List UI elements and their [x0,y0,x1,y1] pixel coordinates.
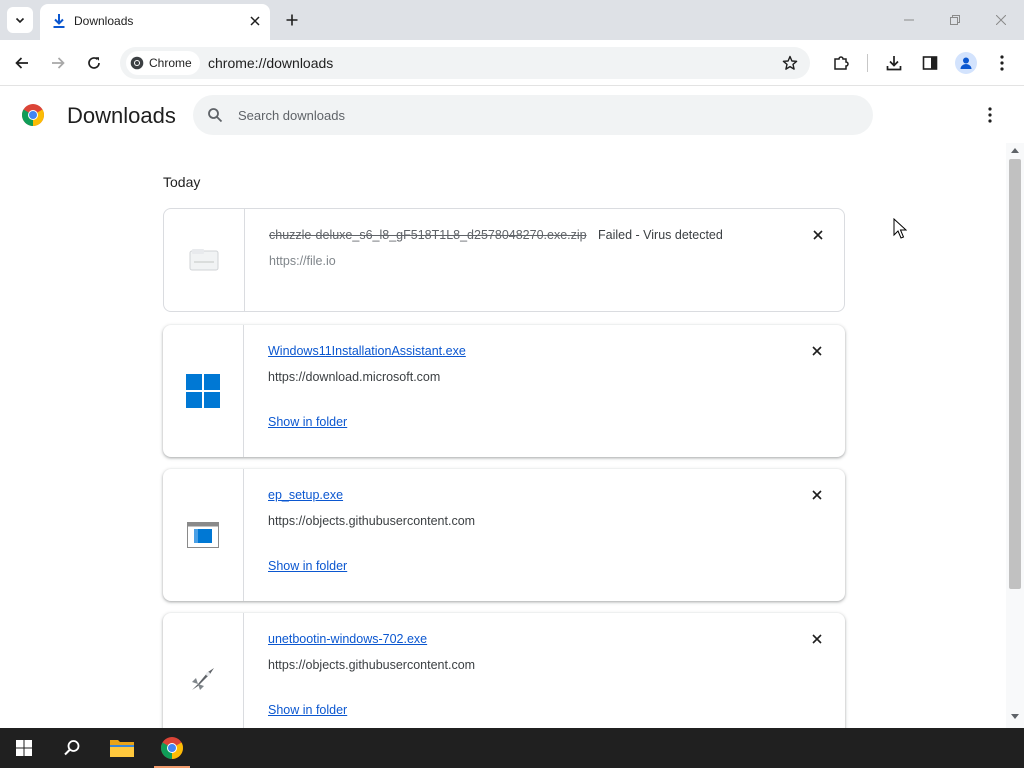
file-explorer-button[interactable] [100,728,144,768]
close-icon [250,16,260,26]
file-name-link[interactable]: Windows11InstallationAssistant.exe [268,344,466,358]
plus-icon [286,14,298,26]
restore-icon [950,15,960,25]
chrome-icon [130,56,144,70]
generic-file-icon [189,249,219,271]
search-icon [64,740,80,756]
arrow-right-icon [52,57,65,69]
taskbar-search-button[interactable] [50,728,94,768]
extensions-button[interactable] [829,51,853,75]
page-scrollbar[interactable] [1006,143,1024,728]
arrow-left-icon [15,57,28,69]
bookmark-button[interactable] [780,53,800,73]
download-status: Failed - Virus detected [598,228,723,242]
show-in-folder-link[interactable]: Show in folder [268,559,347,573]
download-icon [53,14,65,28]
scroll-down-arrow-icon[interactable] [1011,714,1019,720]
file-name: chuzzle-deluxe_s6_l8_gF518T1L8_d25780482… [269,228,587,242]
restore-button[interactable] [942,8,968,32]
close-icon [812,346,822,356]
source-url: https://objects.githubusercontent.com [268,658,476,672]
tab-search-button[interactable] [7,7,33,33]
tab-strip: Downloads [0,0,1024,40]
person-icon [960,57,972,69]
puzzle-icon [834,56,849,70]
toolbar-separator [867,54,868,72]
mouse-cursor-icon [893,218,907,239]
downloads-more-button[interactable] [978,103,1002,127]
close-icon [812,634,822,644]
downloads-list: Today chuzzle-deluxe_s6_l8_gF518T1L8_d25… [0,143,1006,728]
side-panel-icon [922,56,938,70]
start-button[interactable] [2,728,46,768]
download-item: ep_setup.exe https://objects.githubuserc… [163,469,845,601]
tab-close-button[interactable] [246,12,264,30]
close-icon [996,15,1006,25]
file-name-link[interactable]: unetbootin-windows-702.exe [268,632,427,646]
chrome-logo-icon [22,104,44,126]
browser-toolbar: Chrome chrome://downloads [0,40,1024,86]
search-box[interactable] [193,95,873,135]
tab-title: Downloads [74,14,134,28]
more-vert-icon [988,107,992,123]
back-button[interactable] [10,51,34,75]
page-title: Downloads [67,103,176,128]
chip-label: Chrome [149,56,192,70]
windows-start-icon [16,740,32,756]
star-icon [782,55,798,70]
date-group-label: Today [163,174,201,190]
search-input[interactable] [238,95,858,135]
chrome-logo-icon [161,737,183,759]
remove-button[interactable] [809,631,825,647]
scrollbar-thumb[interactable] [1009,159,1021,589]
side-panel-button[interactable] [918,51,942,75]
download-item: Windows11InstallationAssistant.exe https… [163,325,845,457]
url-text[interactable]: chrome://downloads [208,55,333,71]
site-info-chip[interactable]: Chrome [126,51,200,75]
download-item: unetbootin-windows-702.exe https://objec… [163,613,845,728]
show-in-folder-link[interactable]: Show in folder [268,415,347,429]
window-app-icon [187,522,219,548]
tab-downloads[interactable]: Downloads [40,4,270,40]
chrome-taskbar-button[interactable] [150,728,194,768]
folder-icon [110,740,134,757]
minimize-icon [904,19,914,21]
windows-taskbar [0,728,1024,768]
close-icon [812,490,822,500]
close-icon [813,230,823,240]
chevron-down-icon [15,17,25,24]
file-icon-column [164,209,245,311]
windows-logo-icon [186,374,220,408]
show-in-folder-link[interactable]: Show in folder [268,703,347,717]
more-vert-icon [1000,55,1004,71]
address-bar[interactable]: Chrome chrome://downloads [120,47,810,79]
reload-icon [88,57,100,69]
profile-avatar[interactable] [955,52,977,74]
downloads-header: Downloads [0,87,1024,143]
source-url: https://download.microsoft.com [268,370,441,384]
downloads-button[interactable] [882,51,906,75]
file-name-link[interactable]: ep_setup.exe [268,488,343,502]
file-icon-column [163,613,244,728]
remove-button[interactable] [809,343,825,359]
minimize-button[interactable] [896,8,922,32]
reload-button[interactable] [82,51,106,75]
close-window-button[interactable] [988,8,1014,32]
scroll-up-arrow-icon[interactable] [1011,147,1019,153]
new-tab-button[interactable] [282,10,302,30]
remove-button[interactable] [810,227,826,243]
download-item: chuzzle-deluxe_s6_l8_gF518T1L8_d25780482… [163,208,845,312]
file-icon-column [163,325,244,457]
source-url: https://objects.githubusercontent.com [268,514,476,528]
source-url: https://file.io [269,254,336,268]
chrome-menu-button[interactable] [990,51,1014,75]
forward-button[interactable] [46,51,70,75]
download-icon [886,56,902,71]
unetbootin-icon [192,668,214,690]
search-icon [208,108,223,123]
file-icon-column [163,469,244,601]
remove-button[interactable] [809,487,825,503]
